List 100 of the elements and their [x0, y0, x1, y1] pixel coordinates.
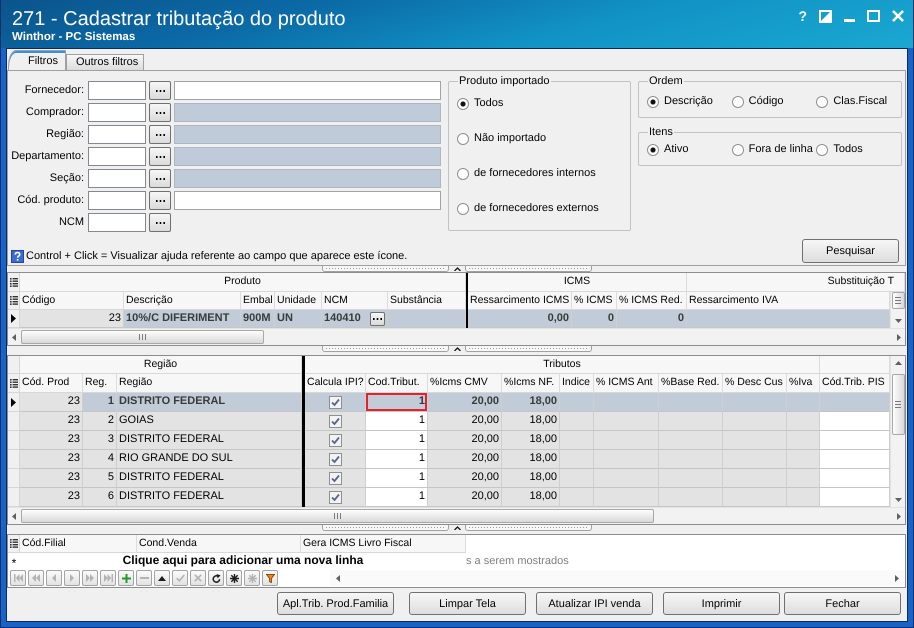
lookup-button[interactable] [149, 147, 171, 166]
column-header[interactable]: NCM [322, 292, 388, 310]
column-header[interactable]: Cod.Tribut. [366, 374, 428, 393]
radio-button[interactable] [457, 98, 469, 110]
vertical-scrollbar[interactable] [890, 292, 905, 328]
lookup-button[interactable] [149, 103, 171, 122]
scroll-left-icon[interactable] [12, 512, 16, 520]
input-field[interactable] [88, 103, 146, 122]
radio-button[interactable] [457, 168, 469, 180]
radio-button[interactable] [732, 96, 744, 108]
description-field[interactable] [174, 81, 441, 100]
scroll-left-icon[interactable] [336, 574, 340, 582]
radio-button[interactable] [732, 144, 744, 156]
scroll-down-icon[interactable] [894, 498, 902, 502]
scroll-thumb[interactable] [892, 374, 904, 435]
input-field[interactable] [88, 213, 146, 232]
input-field[interactable] [88, 169, 146, 188]
column-header[interactable]: %Base Red. [659, 374, 723, 393]
maximize-icon[interactable] [867, 10, 880, 22]
scroll-thumb[interactable] [21, 509, 654, 523]
splitter-handle[interactable] [322, 346, 592, 352]
apply-family-button[interactable]: Apl.Trib. Prod.Familia [277, 592, 394, 615]
navigator-button[interactable] [262, 570, 278, 586]
horizontal-scrollbar[interactable] [8, 328, 905, 345]
horizontal-scrollbar[interactable] [8, 507, 905, 524]
navigator-button[interactable] [226, 570, 242, 586]
scroll-right-icon[interactable] [895, 574, 899, 582]
checkbox[interactable] [328, 490, 342, 504]
column-header[interactable]: Código [20, 292, 124, 310]
column-header[interactable]: % ICMS Red. [617, 292, 687, 310]
column-header[interactable]: % ICMS Ant [594, 374, 659, 393]
checkbox[interactable] [328, 452, 342, 466]
list-icon[interactable] [10, 278, 18, 286]
scroll-right-icon[interactable] [897, 512, 901, 520]
radio-button[interactable] [647, 144, 659, 156]
lookup-button[interactable] [149, 81, 171, 100]
input-field[interactable] [88, 125, 146, 144]
radio-label[interactable]: de fornecedores externos [474, 202, 599, 216]
scroll-right-icon[interactable] [897, 334, 901, 340]
input-field[interactable] [88, 147, 146, 166]
navigator-button[interactable] [154, 570, 170, 586]
radio-label[interactable]: Clas.Fiscal [833, 95, 888, 109]
lookup-button[interactable] [370, 312, 385, 326]
checkbox[interactable] [328, 396, 342, 408]
contrast-icon[interactable] [819, 10, 832, 22]
radio-label[interactable]: Descrição [664, 95, 713, 109]
radio-label[interactable]: Código [748, 95, 784, 109]
scroll-down-icon[interactable] [894, 319, 902, 323]
radio-label[interactable]: Ativo [664, 143, 688, 157]
column-header[interactable]: Cód.Trib. PIS [820, 374, 890, 393]
scroll-thumb[interactable] [21, 330, 264, 344]
column-header[interactable]: Reg. [83, 374, 117, 393]
clear-button[interactable]: Limpar Tela [409, 592, 526, 615]
scroll-up-icon[interactable] [894, 361, 902, 365]
close-button[interactable]: Fechar [784, 592, 901, 615]
description-field[interactable] [174, 191, 441, 210]
radio-button[interactable] [457, 133, 469, 145]
radio-label[interactable]: Todos [833, 143, 863, 157]
update-ipi-button[interactable]: Atualizar IPI venda [536, 592, 653, 615]
radio-label[interactable]: de fornecedores internos [474, 167, 596, 181]
column-header[interactable]: Descrição [124, 292, 241, 310]
column-header[interactable]: Embal [241, 292, 275, 310]
column-header[interactable]: Calcula IPI? [305, 374, 366, 393]
radio-label[interactable]: Não importado [474, 132, 546, 146]
radio-label[interactable]: Todos [474, 97, 504, 111]
navigator-button[interactable] [208, 570, 224, 586]
scroll-left-icon[interactable] [12, 334, 16, 340]
column-header[interactable]: Gera ICMS Livro Fiscal [301, 535, 466, 553]
splitter-handle[interactable] [322, 266, 592, 272]
column-header[interactable]: % ICMS [572, 292, 617, 310]
column-header[interactable]: Cód. Prod [20, 374, 83, 393]
checkbox[interactable] [328, 472, 342, 484]
column-header[interactable]: Ressarcimento IVA [687, 292, 890, 310]
search-button[interactable]: Pesquisar [802, 239, 899, 263]
radio-button[interactable] [647, 96, 659, 108]
column-header[interactable]: %Iva [787, 374, 820, 393]
input-field[interactable] [88, 191, 146, 210]
column-header[interactable]: Região [117, 374, 302, 393]
input-field[interactable] [88, 81, 146, 100]
column-header[interactable]: Substância [388, 292, 466, 310]
new-row-prompt[interactable]: Clique aqui para adicionar uma nova linha [20, 553, 466, 568]
column-header[interactable]: %Icms CMV [428, 374, 502, 393]
radio-button[interactable] [816, 96, 828, 108]
column-header[interactable]: Ressarcimento ICMS [468, 292, 572, 310]
radio-button[interactable] [457, 203, 469, 215]
vertical-scrollbar[interactable] [890, 356, 905, 507]
tab[interactable]: Filtros [8, 50, 66, 70]
lookup-button[interactable] [149, 213, 171, 232]
list-icon[interactable] [10, 539, 18, 548]
lookup-button[interactable] [149, 169, 171, 188]
lookup-button[interactable] [149, 125, 171, 144]
column-header[interactable]: % Desc Cus [723, 374, 787, 393]
tab[interactable]: Outros filtros [66, 54, 144, 70]
horizontal-scrollbar[interactable] [330, 570, 905, 586]
column-header[interactable]: Indice [560, 374, 594, 393]
print-button[interactable]: Imprimir [663, 592, 780, 615]
splitter-handle[interactable] [322, 525, 592, 531]
close-icon[interactable] [892, 10, 904, 22]
scroll-thumb[interactable] [892, 292, 904, 309]
column-header[interactable]: Cond.Venda [137, 535, 301, 553]
